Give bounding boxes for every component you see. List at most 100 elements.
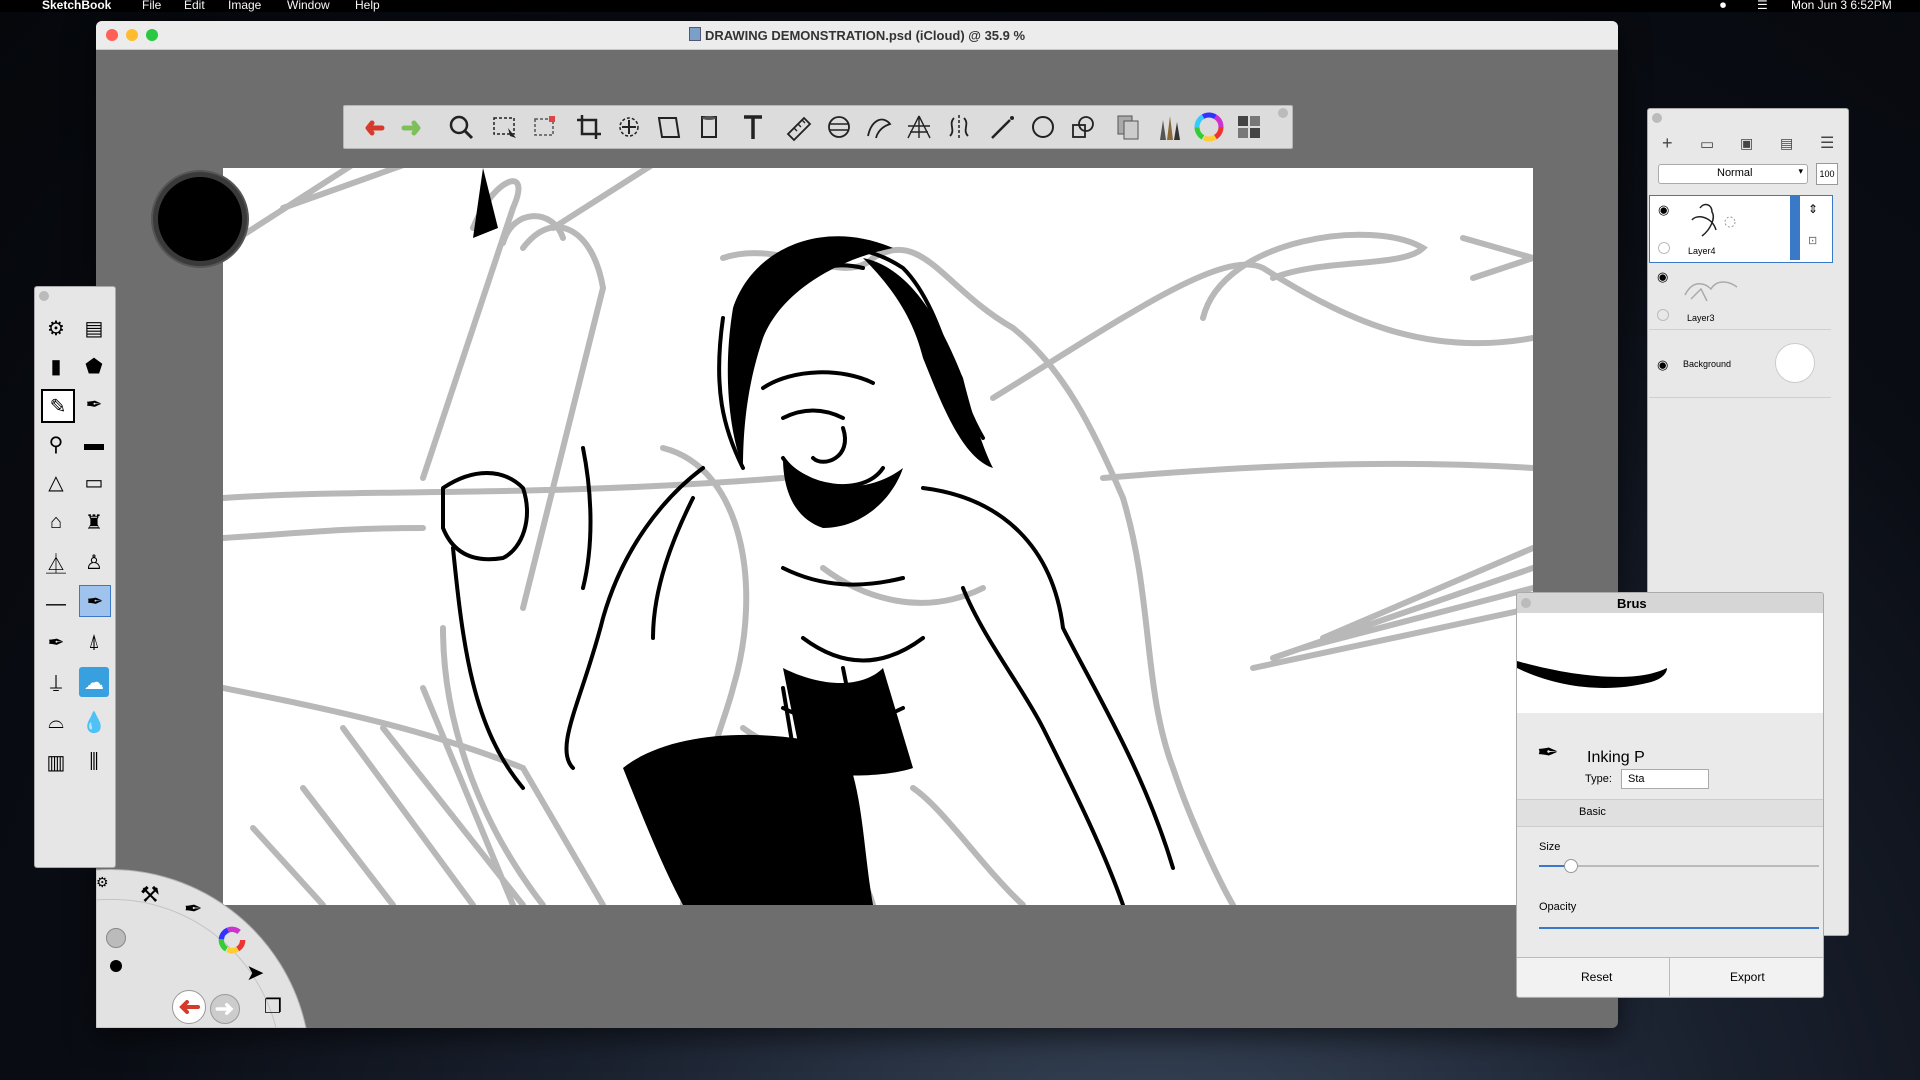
ruler-icon[interactable]	[784, 112, 814, 142]
lagoon-undo-icon[interactable]	[172, 990, 206, 1024]
layer-row-background[interactable]: ◉ Background	[1649, 331, 1831, 398]
add-image-icon[interactable]: ▣	[1740, 135, 1753, 152]
stroke-icon[interactable]	[988, 112, 1018, 142]
brush-stroke-preview	[1517, 613, 1823, 713]
lagoon-pen-icon[interactable]: ✒	[184, 896, 202, 922]
layer-move-icon[interactable]: ⇕	[1808, 202, 1818, 216]
record-icon[interactable]: ⏺	[1720, 0, 1726, 13]
panel-close-icon[interactable]	[1521, 598, 1531, 608]
brush-type-select[interactable]: Sta	[1621, 769, 1709, 789]
menu-help[interactable]: Help	[355, 0, 380, 12]
brush-pencil-selected-icon[interactable]: ✎	[41, 389, 75, 423]
ellipse-guide-icon[interactable]	[824, 112, 854, 142]
tab-basic[interactable]: Basic	[1517, 799, 1823, 827]
lagoon-brush-size-icon[interactable]	[106, 928, 126, 948]
brush-triangle-icon[interactable]: △	[41, 467, 71, 497]
toolbar-close-icon[interactable]	[1278, 108, 1288, 118]
menu-edit[interactable]: Edit	[184, 0, 205, 12]
app-menu[interactable]: SketchBook	[42, 0, 111, 12]
brush-pen-icon[interactable]: ✒	[79, 389, 109, 419]
menu-file[interactable]: File	[142, 0, 161, 12]
control-center-icon[interactable]: ☰	[1757, 0, 1768, 12]
brush-settings-icon[interactable]: ⚙	[41, 313, 71, 343]
symmetry-icon[interactable]	[944, 112, 974, 142]
eye-icon[interactable]: ◉	[1657, 269, 1668, 285]
brush-inking-pen-selected-icon[interactable]: ✒	[79, 585, 111, 617]
crop-icon[interactable]	[574, 112, 604, 142]
size-slider[interactable]	[1539, 859, 1819, 873]
fill-icon[interactable]	[694, 112, 724, 142]
brush-fan-icon[interactable]: ⌓	[41, 707, 71, 737]
color-wheel-icon[interactable]	[1194, 112, 1224, 142]
layer-row-layer4[interactable]: ◉ Layer4 ⇕ ⊡	[1649, 195, 1833, 263]
text-icon[interactable]	[738, 112, 768, 142]
brush-eraser-icon[interactable]: ⬟	[79, 351, 109, 381]
brush-bristle-icon[interactable]: ⫼	[79, 747, 109, 777]
clear-layer-icon[interactable]: ▤	[1780, 135, 1793, 152]
brush-block-icon[interactable]: ▭	[79, 467, 109, 497]
layer-row-layer3[interactable]: ◉ Layer3	[1649, 263, 1831, 330]
brush-knife-icon[interactable]: —	[41, 589, 71, 619]
add-group-icon[interactable]: ▭	[1700, 135, 1714, 153]
circle-icon[interactable]	[1028, 112, 1058, 142]
add-layer-icon[interactable]: +	[1662, 133, 1673, 154]
move-icon[interactable]	[614, 112, 644, 142]
eye-icon[interactable]: ◉	[1658, 202, 1669, 218]
brush-properties-panel: Brus ✒ Inking P Type: Sta Basic Size Opa…	[1516, 592, 1824, 998]
layer-opacity-value[interactable]: 100	[1816, 163, 1838, 185]
brush-chalk-icon[interactable]: ⏅	[41, 547, 71, 577]
brush-size-puck[interactable]	[153, 172, 247, 266]
size-slider-knob[interactable]	[1564, 859, 1579, 873]
lasso-select-icon[interactable]	[530, 112, 560, 142]
layer-lock-toggle[interactable]	[1658, 242, 1670, 254]
brush-library-icon[interactable]	[1154, 112, 1184, 142]
reset-button[interactable]: Reset	[1517, 957, 1670, 996]
brush-marker-icon[interactable]: ▬	[79, 429, 109, 459]
opacity-slider[interactable]	[1539, 927, 1819, 929]
blend-mode-select[interactable]: Normal ▾	[1658, 164, 1808, 184]
brush-airbrush-icon[interactable]: ▮	[41, 351, 71, 381]
export-button[interactable]: Export	[1670, 957, 1823, 996]
zoom-icon[interactable]	[446, 112, 476, 142]
panel-close-icon[interactable]	[1652, 113, 1662, 123]
brush-flat-icon[interactable]: ▥	[41, 747, 71, 777]
layers-toggle-icon[interactable]	[1114, 112, 1144, 142]
lagoon-color-wheel-icon[interactable]	[216, 924, 248, 956]
brush-paint-icon[interactable]: ⚲	[41, 429, 71, 459]
menu-image[interactable]: Image	[228, 0, 261, 12]
lagoon-settings-icon[interactable]: ⚙	[96, 874, 109, 891]
brush-fine-tip-icon[interactable]: ⍊	[41, 667, 71, 697]
lagoon-redo-icon[interactable]	[210, 994, 240, 1024]
brush-ink-icon[interactable]: ✒	[41, 627, 71, 657]
eye-icon[interactable]: ◉	[1657, 357, 1668, 373]
perspective-icon[interactable]	[904, 112, 934, 142]
transform-icon[interactable]	[654, 112, 684, 142]
layer-lock-toggle[interactable]	[1657, 309, 1669, 321]
brush-technical-pen-icon[interactable]: ⍋	[79, 627, 109, 657]
menu-window[interactable]: Window	[287, 0, 330, 12]
brush-water-icon[interactable]: 💧	[79, 707, 109, 737]
layer-lock-icon[interactable]: ⊡	[1808, 234, 1817, 247]
background-color-swatch[interactable]	[1775, 343, 1815, 383]
document-icon	[688, 27, 701, 41]
undo-icon[interactable]	[358, 112, 388, 142]
lagoon-select-icon[interactable]: ➤	[246, 960, 264, 986]
lagoon-layers-icon[interactable]: ❐	[264, 994, 282, 1019]
drawing-canvas[interactable]	[223, 168, 1533, 905]
panel-close-icon[interactable]	[39, 291, 49, 301]
menubar-clock[interactable]: Mon Jun 3 6:52PM	[1791, 0, 1892, 12]
brush-smooth-icon[interactable]: ⌂	[41, 507, 71, 537]
palette-icon[interactable]	[1234, 112, 1264, 142]
curve-guide-icon[interactable]	[864, 112, 894, 142]
shapes-icon[interactable]	[1068, 112, 1098, 142]
lagoon-color-swatch-icon[interactable]	[110, 960, 122, 972]
inking-pen-icon: ✒	[1537, 737, 1559, 767]
brush-smudge-icon[interactable]: ♙	[79, 547, 109, 577]
brush-set-menu-icon[interactable]: ▤	[79, 313, 109, 343]
brush-cloud-icon[interactable]: ☁	[79, 667, 109, 697]
lagoon-brush-icon[interactable]: ⚒	[140, 882, 160, 908]
select-icon[interactable]	[490, 112, 520, 142]
redo-icon[interactable]	[398, 112, 428, 142]
brush-soft-icon[interactable]: ♜	[79, 507, 109, 537]
layer-menu-icon[interactable]: ☰	[1820, 133, 1834, 153]
